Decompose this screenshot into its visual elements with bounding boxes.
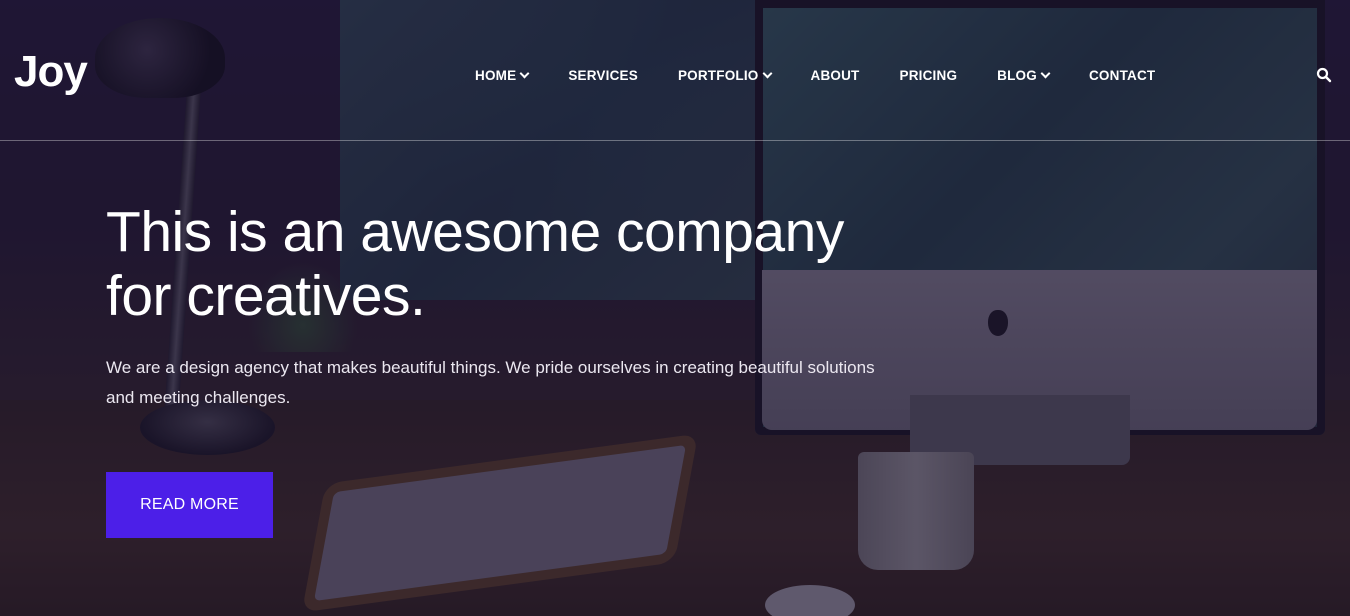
hero-description-line: We are a design agency that makes beauti… bbox=[106, 358, 875, 377]
nav-item-label: SERVICES bbox=[568, 67, 638, 83]
hero-title: This is an awesome company for creatives… bbox=[106, 200, 906, 328]
nav-item-label: PRICING bbox=[899, 67, 958, 83]
nav-item-portfolio[interactable]: PORTFOLIO bbox=[677, 67, 772, 83]
chevron-down-icon bbox=[762, 68, 772, 78]
nav-item-home[interactable]: HOME bbox=[475, 67, 530, 83]
nav-item-label: CONTACT bbox=[1088, 67, 1156, 83]
nav-item-blog[interactable]: BLOG bbox=[997, 67, 1051, 83]
hero-section: Joy HOME SERVICES PORTFOLIO ABOUT PRICIN… bbox=[0, 0, 1350, 616]
hero-title-line: for creatives. bbox=[106, 264, 426, 328]
nav-item-label: HOME bbox=[475, 67, 517, 83]
chevron-down-icon bbox=[519, 68, 530, 78]
hero-title-line: This is an awesome company bbox=[106, 200, 844, 264]
nav-item-label: BLOG bbox=[997, 67, 1037, 83]
hero-description-line: and meeting challenges. bbox=[106, 388, 291, 407]
nav-item-pricing[interactable]: PRICING bbox=[900, 67, 958, 83]
nav-menu: HOME SERVICES PORTFOLIO ABOUT PRICING BL… bbox=[475, 67, 1155, 83]
site-logo[interactable]: Joy bbox=[14, 50, 88, 94]
chevron-down-icon bbox=[1040, 68, 1051, 78]
hero-description: We are a design agency that makes beauti… bbox=[106, 353, 926, 413]
nav-item-label: PORTFOLIO bbox=[677, 67, 759, 83]
navbar: Joy HOME SERVICES PORTFOLIO ABOUT PRICIN… bbox=[0, 0, 1350, 141]
read-more-button[interactable]: READ MORE bbox=[106, 472, 273, 538]
nav-item-about[interactable]: ABOUT bbox=[811, 67, 860, 83]
nav-item-services[interactable]: SERVICES bbox=[568, 67, 638, 83]
nav-item-contact[interactable]: CONTACT bbox=[1089, 67, 1155, 83]
search-icon[interactable] bbox=[1316, 67, 1332, 83]
nav-item-label: ABOUT bbox=[810, 67, 860, 83]
